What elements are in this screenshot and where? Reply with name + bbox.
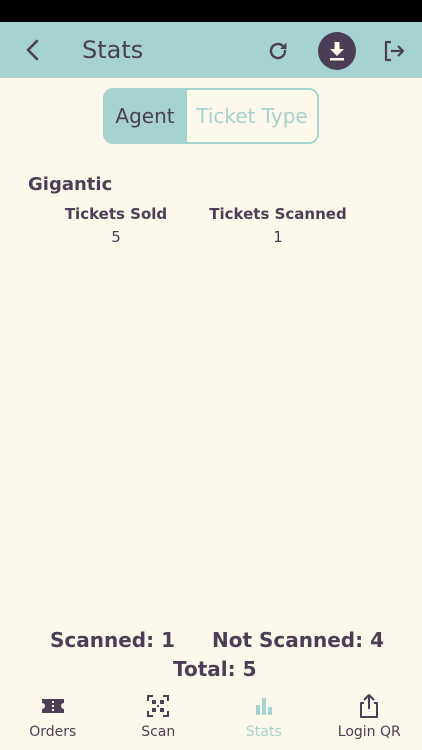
back-arrow-icon [26, 39, 39, 61]
tickets-sold-header: Tickets Sold [64, 205, 168, 223]
download-button[interactable] [318, 32, 356, 70]
bottom-navigation: Orders Scan Stats Login QR [0, 686, 422, 750]
nav-orders[interactable]: Orders [0, 686, 106, 750]
tickets-scanned-column: Tickets Scanned 1 [206, 204, 350, 248]
refresh-icon [269, 42, 287, 60]
nav-scan[interactable]: Scan [106, 686, 212, 750]
nav-scan-label: Scan [141, 724, 176, 740]
segment-ticket-type[interactable]: Ticket Type [185, 90, 317, 142]
logout-button[interactable] [376, 33, 412, 69]
back-button[interactable] [18, 35, 48, 65]
ticket-icon [41, 699, 64, 713]
refresh-button[interactable] [260, 33, 296, 69]
nav-login-qr[interactable]: Login QR [317, 686, 422, 750]
share-icon [360, 694, 379, 718]
segment-agent[interactable]: Agent [105, 90, 185, 142]
download-icon [330, 42, 344, 61]
tickets-scanned-value: 1 [273, 228, 283, 246]
bar-chart-icon [255, 698, 272, 715]
page-title: Stats [82, 36, 144, 64]
agent-name: Gigantic [28, 174, 113, 195]
nav-login-qr-label: Login QR [337, 724, 401, 740]
stats-segment-toggle: Agent Ticket Type [103, 88, 319, 144]
nav-orders-label: Orders [29, 724, 77, 740]
qr-scan-icon [147, 695, 170, 717]
total-count: Total: 5 [173, 657, 257, 681]
tickets-scanned-header: Tickets Scanned [209, 205, 347, 223]
top-app-bar: Stats [0, 22, 422, 78]
status-bar [0, 0, 422, 22]
not-scanned-count: Not Scanned: 4 [212, 628, 384, 652]
logout-icon [384, 40, 405, 62]
tickets-sold-value: 5 [111, 228, 121, 246]
tickets-sold-column: Tickets Sold 5 [60, 204, 172, 248]
scanned-count: Scanned: 1 [50, 628, 175, 652]
nav-stats[interactable]: Stats [211, 686, 317, 750]
nav-stats-label: Stats [245, 724, 282, 740]
